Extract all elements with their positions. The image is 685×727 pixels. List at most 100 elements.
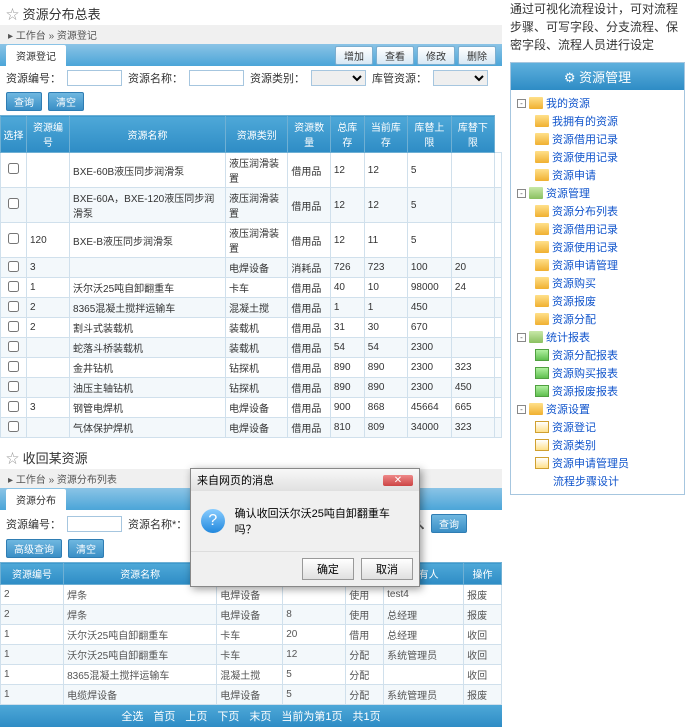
cell: 2300 — [407, 358, 451, 378]
table-row[interactable]: 1沃尔沃25吨自卸翻重车卡车20借用总经理收回 — [1, 625, 502, 645]
clear-button[interactable]: 清空 — [48, 92, 84, 111]
expander-icon[interactable]: - — [517, 333, 526, 342]
row-checkbox[interactable] — [8, 381, 19, 392]
table-row[interactable]: 1电缆焊设备电焊设备5分配系统管理员报废 — [1, 685, 502, 705]
tree-node[interactable]: 资源报废 — [513, 292, 682, 310]
cell: 323 — [451, 418, 494, 438]
folder-icon — [529, 403, 543, 415]
table-row[interactable]: BXE-60B液压同步润滑泵液压润滑装置借用品12125 — [1, 153, 502, 188]
delete-button[interactable]: 删除 — [458, 46, 496, 65]
tree-node[interactable]: 资源购买报表 — [513, 364, 682, 382]
table-row[interactable]: 1沃尔沃25吨自卸翻重车卡车12分配系统管理员收回 — [1, 645, 502, 665]
top-tab[interactable]: 资源登记 — [6, 45, 66, 66]
tree-node[interactable]: 资源申请 — [513, 166, 682, 184]
table-row[interactable]: 2焊条电焊设备8使用总经理报废 — [1, 605, 502, 625]
pager-last[interactable]: 末页 — [249, 708, 271, 724]
tree-node[interactable]: -我的资源 — [513, 94, 682, 112]
view-button[interactable]: 查看 — [376, 46, 414, 65]
expander-icon[interactable]: - — [517, 189, 526, 198]
tree-node[interactable]: 资源使用记录 — [513, 148, 682, 166]
cell: 1 — [364, 298, 407, 318]
cell[interactable]: 报废 — [464, 605, 502, 625]
row-checkbox[interactable] — [8, 301, 19, 312]
tree-node[interactable]: -资源设置 — [513, 400, 682, 418]
table-row[interactable]: BXE-60A，BXE-120液压同步润滑泵液压润滑装置借用品12125 — [1, 188, 502, 223]
tree-node[interactable]: 流程步骤设计 — [513, 472, 682, 490]
expander-icon[interactable]: - — [517, 405, 526, 414]
tree-node[interactable]: -统计报表 — [513, 328, 682, 346]
cell — [494, 318, 501, 338]
expander-icon[interactable]: - — [517, 99, 526, 108]
res-name-input[interactable] — [189, 70, 244, 86]
clear-button[interactable]: 清空 — [68, 539, 104, 558]
close-icon[interactable]: ✕ — [383, 475, 413, 486]
cell: 12 — [330, 223, 364, 258]
cancel-button[interactable]: 取消 — [361, 558, 413, 580]
row-checkbox[interactable] — [8, 163, 19, 174]
table-row[interactable]: 28365混凝土搅拌运输车混凝土搅借用品11450 — [1, 298, 502, 318]
folder-icon — [535, 169, 549, 181]
row-checkbox[interactable] — [8, 321, 19, 332]
adv-search-button[interactable]: 高级查询 — [6, 539, 62, 558]
tree-node[interactable]: 资源分配 — [513, 310, 682, 328]
search-button[interactable]: 查询 — [431, 514, 467, 533]
tree-node[interactable]: 资源使用记录 — [513, 238, 682, 256]
res-no-input[interactable] — [67, 70, 122, 86]
tree-node[interactable]: -资源管理 — [513, 184, 682, 202]
table-row[interactable]: 1沃尔沃25吨自卸翻重车卡车借用品40109800024 — [1, 278, 502, 298]
table-row[interactable]: 油压主轴钻机钻探机借用品8908902300450 — [1, 378, 502, 398]
cell — [494, 278, 501, 298]
bottom-tab[interactable]: 资源分布 — [6, 489, 66, 510]
table-row[interactable]: 金井钻机钻探机借用品8908902300323 — [1, 358, 502, 378]
row-checkbox[interactable] — [8, 198, 19, 209]
table-row[interactable]: 气体保护焊机电焊设备借用品81080934000323 — [1, 418, 502, 438]
table-row[interactable]: 2割斗式装载机装载机借用品3130670 — [1, 318, 502, 338]
table-row[interactable]: 3电焊设备消耗品72672310020 — [1, 258, 502, 278]
row-checkbox[interactable] — [8, 281, 19, 292]
res-no-input[interactable] — [67, 516, 122, 532]
tree-label: 我拥有的资源 — [552, 113, 618, 129]
ok-button[interactable]: 确定 — [302, 558, 354, 580]
cell[interactable]: 收回 — [464, 645, 502, 665]
cell[interactable]: 收回 — [464, 665, 502, 685]
tree-node[interactable]: 资源报废报表 — [513, 382, 682, 400]
table-row[interactable]: 18365混凝土搅拌运输车混凝土搅5分配收回 — [1, 665, 502, 685]
tree-node[interactable]: 资源申请管理员 — [513, 454, 682, 472]
tree-node[interactable]: 我拥有的资源 — [513, 112, 682, 130]
cell: 电焊设备 — [226, 258, 288, 278]
cell: 电缆焊设备 — [64, 685, 217, 705]
pager-prev[interactable]: 上页 — [185, 708, 207, 724]
pager: 全选 首页 上页 下页 末页 当前为第1页 共1页 — [0, 705, 502, 727]
pager-first[interactable]: 首页 — [153, 708, 175, 724]
tree-node[interactable]: 资源分布列表 — [513, 202, 682, 220]
res-type-select[interactable] — [311, 70, 366, 86]
stock-select[interactable] — [433, 70, 488, 86]
table-row[interactable]: 3钢管电焊机电焊设备借用品90086845664665 — [1, 398, 502, 418]
edit-button[interactable]: 修改 — [417, 46, 455, 65]
tree-node[interactable]: 资源登记 — [513, 418, 682, 436]
tree-node[interactable]: 资源分配报表 — [513, 346, 682, 364]
row-checkbox[interactable] — [8, 421, 19, 432]
search-button[interactable]: 查询 — [6, 92, 42, 111]
add-button[interactable]: 增加 — [335, 46, 373, 65]
tree-node[interactable]: 资源申请管理 — [513, 256, 682, 274]
row-checkbox[interactable] — [8, 361, 19, 372]
pager-all[interactable]: 全选 — [121, 708, 143, 724]
tree-node[interactable]: 资源借用记录 — [513, 130, 682, 148]
cell[interactable]: 报废 — [464, 685, 502, 705]
row-checkbox[interactable] — [8, 261, 19, 272]
row-checkbox[interactable] — [8, 233, 19, 244]
row-checkbox[interactable] — [8, 401, 19, 412]
cell[interactable]: 收回 — [464, 625, 502, 645]
tree-node[interactable]: 资源借用记录 — [513, 220, 682, 238]
table-row[interactable]: 120BXE-B液压同步润滑泵液压润滑装置借用品12115 — [1, 223, 502, 258]
cell: 借用品 — [288, 223, 330, 258]
tree-node[interactable]: 资源购买 — [513, 274, 682, 292]
cell — [27, 418, 70, 438]
cell: 12 — [364, 188, 407, 223]
tree-node[interactable]: 资源类别 — [513, 436, 682, 454]
row-checkbox[interactable] — [8, 341, 19, 352]
cell: 12 — [330, 153, 364, 188]
table-row[interactable]: 蛇落斗桥装载机装载机借用品54542300 — [1, 338, 502, 358]
pager-next[interactable]: 下页 — [217, 708, 239, 724]
